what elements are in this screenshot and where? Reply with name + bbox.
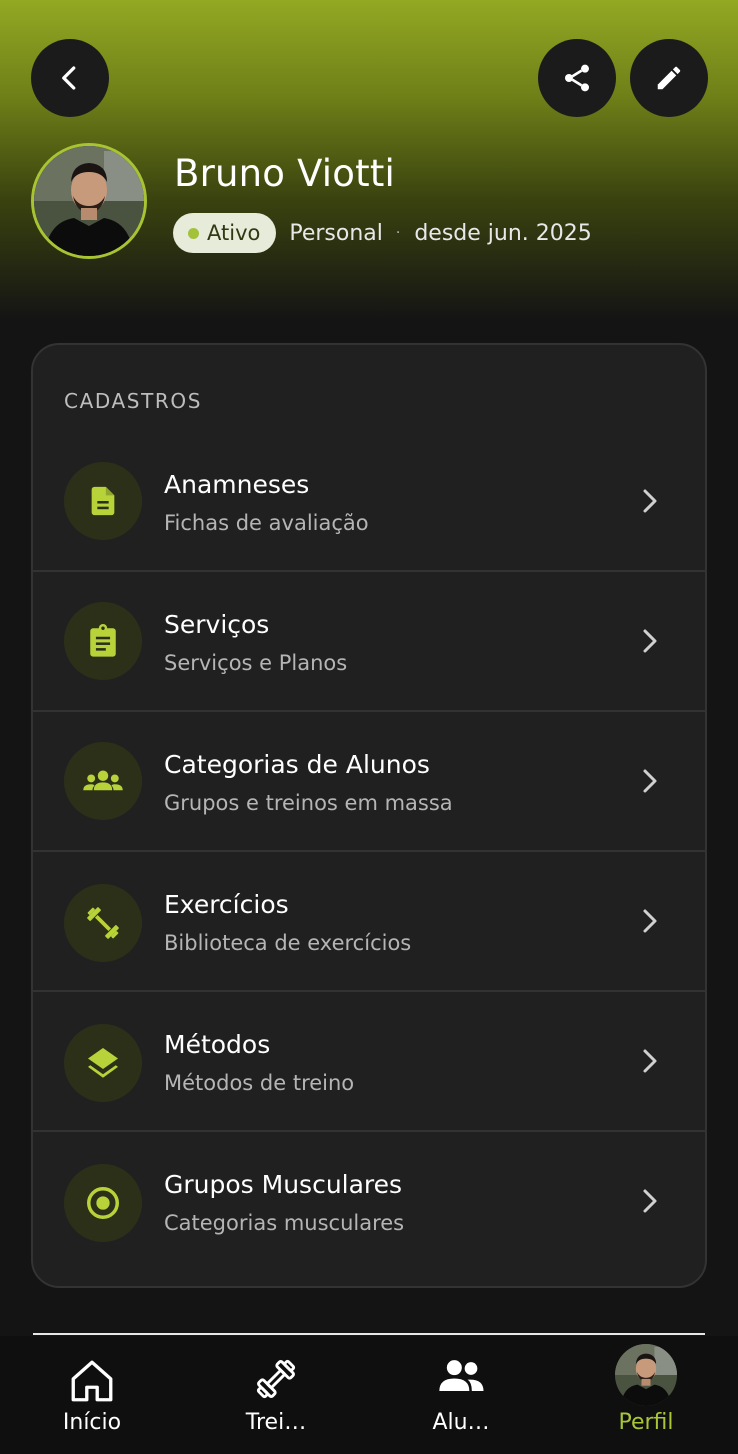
back-button[interactable] [31,39,109,117]
edit-button[interactable] [630,39,708,117]
item-title: Anamneses [164,470,310,499]
group-icon [83,770,123,791]
item-title: Serviços [164,610,270,639]
home-icon [71,1360,113,1402]
avatar-photo [34,146,144,256]
dumbbell-icon [256,1359,296,1399]
item-icon-circle [64,1164,142,1242]
profile-name: Bruno Viotti [174,152,396,195]
nav-item-perfil[interactable]: Perfil [594,1336,698,1454]
people-icon [439,1360,484,1391]
status-badge: Ativo [173,213,277,253]
profile-avatar[interactable] [31,143,147,259]
chevron-right-icon [643,489,657,513]
chevron-right-icon [643,1189,657,1213]
list-item-anamneses[interactable]: Anamneses Fichas de avaliação [33,432,705,572]
item-subtitle: Grupos e treinos em massa [164,791,453,815]
target-icon [87,1187,119,1219]
item-subtitle: Fichas de avaliação [164,511,369,535]
bottom-nav-divider [33,1333,705,1335]
item-title: Categorias de Alunos [164,750,430,779]
nav-label: Trei… [245,1410,307,1435]
list-item-exercicios[interactable]: Exercícios Biblioteca de exercícios [33,852,705,992]
share-button[interactable] [538,39,616,117]
list-item-servicos[interactable]: Serviços Serviços e Planos [33,572,705,712]
bottom-nav: Início Trei… Alu… Perfil [0,1336,738,1454]
status-label: Ativo [207,221,261,245]
nav-label: Início [62,1410,122,1435]
item-title: Grupos Musculares [164,1170,403,1199]
list-item-grupos-musculares[interactable]: Grupos Musculares Categorias musculares [33,1132,705,1272]
nav-item-alunos[interactable]: Alu… [409,1336,513,1454]
chevron-right-icon [643,1049,657,1073]
chevron-right-icon [643,909,657,933]
nav-label: Perfil [618,1410,674,1435]
chevron-right-icon [643,629,657,653]
item-icon-circle [64,462,142,540]
item-subtitle: Biblioteca de exercícios [164,931,412,955]
nav-label: Alu… [432,1410,490,1435]
item-icon-circle [64,742,142,820]
item-icon-circle [64,602,142,680]
section-title: CADASTROS [64,389,203,413]
list-item-metodos[interactable]: Métodos Métodos de treino [33,992,705,1132]
item-title: Métodos [164,1030,271,1059]
chevron-left-icon [62,66,76,90]
meta-separator: · [395,225,401,241]
avatar [615,1344,677,1406]
pencil-icon [657,66,681,90]
profile-since: desde jun. 2025 [414,220,592,246]
avatar-photo [615,1344,677,1406]
dumbbell-icon [87,907,119,939]
profile-role: Personal [289,220,383,246]
document-icon [91,486,115,516]
item-title: Exercícios [164,890,289,919]
list-item-categorias-alunos[interactable]: Categorias de Alunos Grupos e treinos em… [33,712,705,852]
clipboard-icon [90,624,116,657]
share-icon [565,64,589,92]
item-subtitle: Serviços e Planos [164,651,348,675]
status-dot [188,227,199,239]
item-subtitle: Métodos de treino [164,1071,355,1095]
nav-item-treinos[interactable]: Trei… [224,1336,328,1454]
nav-item-inicio[interactable]: Início [40,1336,144,1454]
chevron-right-icon [643,769,657,793]
item-icon-circle [64,884,142,962]
profile-meta: Ativo Personal · desde jun. 2025 [173,213,592,253]
layers-icon [88,1048,118,1078]
item-subtitle: Categorias musculares [164,1211,405,1235]
cadastros-card: CADASTROS Anamneses Fichas de avaliação [31,343,707,1288]
item-icon-circle [64,1024,142,1102]
